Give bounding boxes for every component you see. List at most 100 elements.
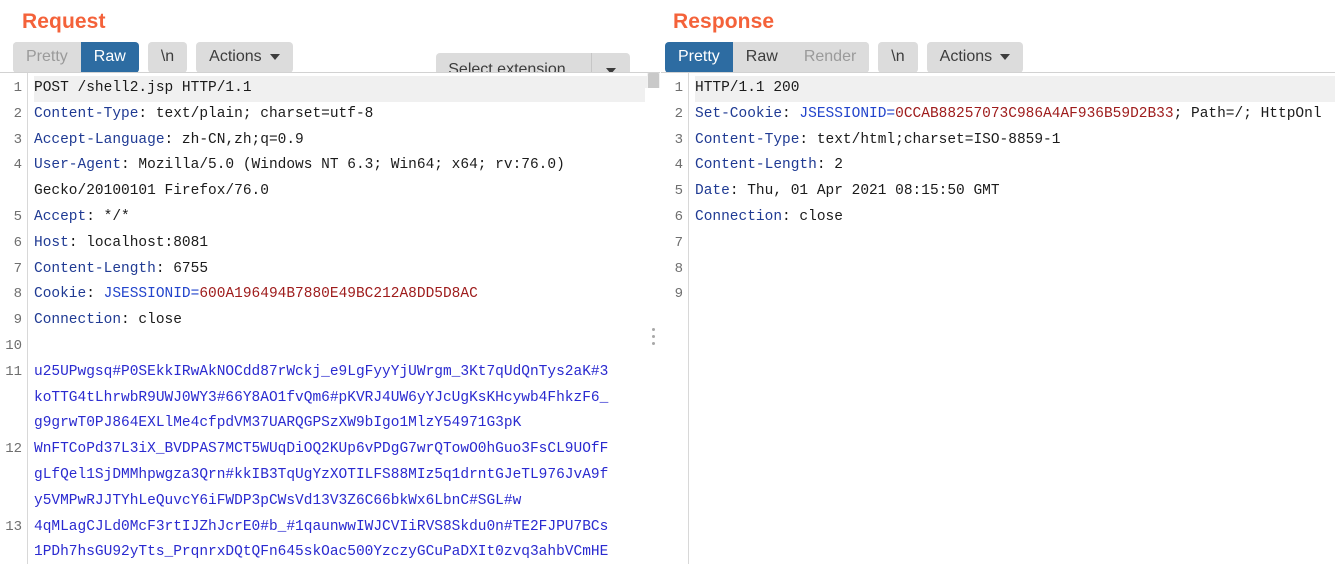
cookie-key: JSESSIONID=: [94, 286, 200, 303]
line-number: 6: [674, 208, 683, 225]
response-toolbar: Pretty Raw Render \n Actions: [661, 34, 1335, 73]
code-line: Set-Cookie: JSESSIONID=0CCAB88257073C986…: [695, 102, 1335, 128]
response-tab-render[interactable]: Render: [790, 41, 870, 73]
code-line: POST /shell2.jsp HTTP/1.1: [34, 76, 660, 102]
line-number: [0, 463, 27, 489]
line-number: 2: [674, 105, 683, 122]
header-name: Host: [34, 234, 69, 251]
code-line: [695, 282, 1335, 308]
header-value: : zh-CN,zh;q=0.9: [164, 131, 304, 148]
header-name: Cookie: [34, 286, 87, 303]
request-tab-pretty[interactable]: Pretty: [13, 41, 81, 73]
code-line: Gecko/20100101 Firefox/76.0: [34, 179, 660, 205]
line-number: 8: [13, 286, 22, 303]
line-number: [0, 489, 27, 515]
splitter-grip-icon: [651, 328, 655, 345]
http-message-viewer: Request Pretty Raw \n Actions Select ext…: [0, 0, 1335, 585]
request-actions-button[interactable]: Actions: [196, 41, 293, 73]
body-text: 4qMLagCJLd0McF3rtIJZhJcrE0#b_#1qaunwwIWJ…: [34, 518, 609, 535]
line-number: 1: [13, 80, 22, 96]
header-value: : close: [121, 312, 182, 329]
request-editor[interactable]: 1 2 3 4 5 6 7 8 9 10 11 12 13 POST /shell2.jsp HTTP/…: [0, 72, 660, 564]
header-value: : close: [782, 208, 843, 225]
line-number: 5: [13, 208, 22, 225]
code-line: [695, 231, 1335, 257]
response-actions-button[interactable]: Actions: [926, 41, 1024, 73]
colon: :: [782, 105, 791, 122]
response-code[interactable]: HTTP/1.1 200 Set-Cookie: JSESSIONID=0CCAB…: [689, 73, 1335, 564]
code-line: u25UPwgsq#P0SEkkIRwAkNOCdd87rWckj_e9LgFy…: [34, 360, 660, 386]
line-number: 4: [674, 157, 683, 174]
code-line: Accept: */*: [34, 205, 660, 231]
body-text: koTTG4tLhrwbR9UWJ0WY3#66Y8AO1fvQm6#pKVRJ…: [34, 389, 609, 406]
response-editor[interactable]: 1 2 3 4 5 6 7 8 9 HTTP/1.1 200 Set-Cookie: JSESSI…: [661, 72, 1335, 564]
chevron-down-icon: [1000, 53, 1011, 60]
line-number: 7: [674, 234, 683, 251]
response-panel-title: Response: [673, 10, 775, 33]
line-number: 9: [13, 312, 22, 329]
code-line: Host: localhost:8081: [34, 231, 660, 257]
line-number: 9: [674, 286, 683, 303]
line-number: 12: [5, 441, 22, 458]
header-value: : text/plain; charset=utf-8: [138, 105, 374, 122]
line-number: [0, 411, 27, 437]
code-line: Accept-Language: zh-CN,zh;q=0.9: [34, 128, 660, 154]
code-line: 1PDh7hsGU92yTts_PrqnrxDQtQFn645skOac500Y…: [34, 540, 660, 564]
response-tab-raw[interactable]: Raw: [732, 41, 791, 73]
header-value: : text/html;charset=ISO-8859-1: [799, 131, 1061, 148]
header-value: : 2: [816, 157, 843, 174]
chevron-down-icon: [269, 53, 280, 60]
body-text: g9grwT0PJ864EXLlMe4cfpdVM37UARQGPSzXW9bI…: [34, 415, 522, 432]
body-text: gLfQel1SjDMMhpwgza3Qrn#kkIB3TqUgYzXOTILF…: [34, 466, 609, 483]
code-line: y5VMPwRJJTYhLeQuvcY6iFWDP3pCWsVd13V3Z6C6…: [34, 489, 660, 515]
header-name: Connection: [34, 312, 122, 329]
code-line: WnFTCoPd37L3iX_BVDPAS7MCT5WUqDiOQ2KUp6vP…: [34, 437, 660, 463]
response-line-numbers: 1 2 3 4 5 6 7 8 9: [661, 73, 689, 564]
code-text: HTTP/1.1 200: [695, 80, 800, 96]
request-actions-label: Actions: [209, 47, 262, 65]
header-name: Accept: [34, 208, 87, 225]
line-number: 5: [674, 183, 683, 200]
header-name: Connection: [695, 208, 783, 225]
panel-splitter[interactable]: [645, 88, 661, 585]
code-line: Cookie: JSESSIONID=600A196494B7880E49BC2…: [34, 282, 660, 308]
line-number: [0, 386, 27, 412]
header-name: Date: [695, 183, 730, 200]
line-number: 11: [5, 363, 22, 380]
code-line: Content-Length: 2: [695, 153, 1335, 179]
line-number: 3: [674, 131, 683, 148]
header-name: Set-Cookie: [695, 105, 783, 122]
response-newline-button[interactable]: \n: [878, 41, 918, 73]
body-text: WnFTCoPd37L3iX_BVDPAS7MCT5WUqDiOQ2KUp6vP…: [34, 441, 609, 458]
line-number: 2: [13, 105, 22, 122]
response-tab-pretty[interactable]: Pretty: [665, 41, 733, 73]
line-number: 3: [13, 131, 22, 148]
header-value: : 6755: [155, 260, 209, 277]
header-name: Accept-Language: [34, 131, 165, 148]
code-line: User-Agent: Mozilla/5.0 (Windows NT 6.3;…: [34, 153, 660, 179]
request-code[interactable]: POST /shell2.jsp HTTP/1.1 Content-Type: t…: [28, 73, 660, 564]
request-tab-raw[interactable]: Raw: [80, 41, 139, 73]
code-line: koTTG4tLhrwbR9UWJ0WY3#66Y8AO1fvQm6#pKVRJ…: [34, 386, 660, 412]
request-panel-title: Request: [22, 10, 106, 33]
line-number: 4: [13, 157, 22, 174]
line-number: 7: [13, 260, 22, 277]
code-line: Connection: close: [34, 308, 660, 334]
cookie-value: 600A196494B7880E49BC212A8DD5D8AC: [199, 286, 478, 303]
request-view-tabs: Pretty Raw: [13, 41, 139, 73]
line-number: [0, 540, 27, 564]
response-view-tabs: Pretty Raw Render: [665, 41, 870, 73]
line-number: 1: [674, 80, 683, 96]
request-newline-button[interactable]: \n: [147, 41, 188, 73]
header-value: : */*: [86, 208, 130, 225]
header-value: : Mozilla/5.0 (Windows NT 6.3; Win64; x6…: [121, 157, 565, 174]
cookie-key: JSESSIONID=: [790, 105, 896, 122]
line-number: 10: [5, 337, 22, 354]
code-line: [695, 257, 1335, 283]
line-number: 13: [5, 518, 22, 535]
code-line: Content-Type: text/plain; charset=utf-8: [34, 102, 660, 128]
